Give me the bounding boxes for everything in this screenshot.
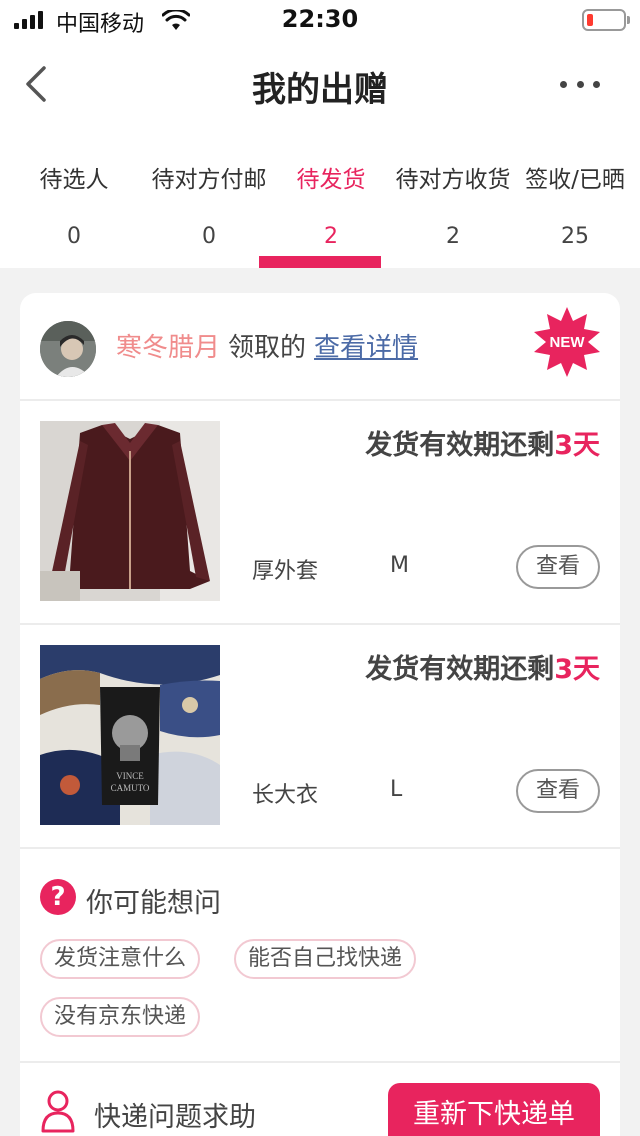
jacket-image xyxy=(40,421,220,601)
tab-count: 2 xyxy=(324,224,338,249)
tab-label: 待选人 xyxy=(39,167,109,193)
avatar-image xyxy=(40,321,96,377)
active-tab-indicator xyxy=(259,256,381,268)
status-time: 22:30 xyxy=(281,5,359,33)
faq-chip[interactable]: 发货注意什么 xyxy=(40,939,201,979)
tab-count: 0 xyxy=(67,224,81,249)
delivery-help-row: 快递问题求助 重新下快递单 xyxy=(20,1063,620,1136)
tab-label: 待对方付邮 xyxy=(151,167,267,193)
shipping-deadline: 发货有效期还剩3天 xyxy=(365,647,600,686)
more-horizontal-icon[interactable] xyxy=(560,70,600,98)
delivery-help-title: 快递问题求助 xyxy=(94,1102,256,1133)
tab-label: 待对方收货 xyxy=(395,167,511,193)
svg-text:CAMUTO: CAMUTO xyxy=(111,783,150,793)
deadline-days: 3天 xyxy=(554,430,600,461)
faq-chip[interactable]: 能否自己找快递 xyxy=(234,939,417,979)
tab-count: 0 xyxy=(202,224,216,249)
battery-cap xyxy=(627,16,630,24)
svg-text:VINCE: VINCE xyxy=(116,771,144,781)
chevron-left-icon[interactable] xyxy=(22,64,52,104)
view-details-link[interactable]: 查看详情 xyxy=(314,333,418,363)
page-title: 我的出赠 xyxy=(252,70,388,110)
claim-row: 寒冬腊月 领取的 查看详情 NEW xyxy=(20,293,620,401)
person-icon xyxy=(41,1090,75,1133)
status-tabs: 待选人 0 待对方付邮 0 待发货 2 待对方收货 2 签收/已晒 25 xyxy=(0,128,640,268)
nav-bar: 我的出赠 xyxy=(0,40,640,128)
gift-card: 寒冬腊月 领取的 查看详情 NEW 发货有效期还剩3天 厚外套 M 查看 VIN… xyxy=(20,293,620,1136)
tab-label: 待发货 xyxy=(296,167,366,193)
claimer-name[interactable]: 寒冬腊月 xyxy=(116,333,220,363)
item-size: L xyxy=(390,777,403,802)
question-icon: ? xyxy=(40,879,76,915)
item-photo[interactable]: VINCE CAMUTO xyxy=(40,645,220,825)
view-button[interactable]: 查看 xyxy=(516,769,600,813)
battery-icon xyxy=(582,9,626,31)
status-bar: 中国移动 22:30 xyxy=(0,0,640,40)
tab-count: 25 xyxy=(561,224,589,249)
list-item: VINCE CAMUTO 发货有效期还剩3天 长大衣 L 查看 xyxy=(20,625,620,849)
reorder-shipping-button[interactable]: 重新下快递单 xyxy=(388,1083,600,1136)
tab-received[interactable]: 签收/已晒 25 xyxy=(514,128,636,268)
avatar[interactable] xyxy=(40,321,96,377)
faq-chip[interactable]: 没有京东快递 xyxy=(40,997,201,1037)
item-photo[interactable] xyxy=(40,421,220,601)
faq-section: ? 你可能想问 发货注意什么 能否自己找快递 没有京东快递 xyxy=(20,849,620,1063)
coat-image: VINCE CAMUTO xyxy=(40,645,220,825)
tab-pending-postage[interactable]: 待对方付邮 0 xyxy=(148,128,270,268)
tab-pending-receipt[interactable]: 待对方收货 2 xyxy=(392,128,514,268)
deadline-prefix: 发货有效期还剩 xyxy=(365,430,555,461)
tab-pending-shipment[interactable]: 待发货 2 xyxy=(270,128,392,268)
item-size: M xyxy=(390,553,409,578)
claim-verb: 领取的 xyxy=(228,333,307,363)
item-name: 长大衣 xyxy=(252,783,319,808)
new-badge-label: NEW xyxy=(550,334,586,351)
tab-label: 签收/已晒 xyxy=(525,167,625,193)
new-badge: NEW xyxy=(534,307,600,377)
tab-count: 2 xyxy=(446,224,460,249)
shipping-deadline: 发货有效期还剩3天 xyxy=(365,423,600,462)
claim-text: 寒冬腊月 领取的 查看详情 xyxy=(116,327,418,364)
faq-title: 你可能想问 xyxy=(86,888,221,919)
view-button[interactable]: 查看 xyxy=(516,545,600,589)
list-item: 发货有效期还剩3天 厚外套 M 查看 xyxy=(20,401,620,625)
tab-pending-selection[interactable]: 待选人 0 xyxy=(0,128,148,268)
deadline-days: 3天 xyxy=(554,654,600,685)
deadline-prefix: 发货有效期还剩 xyxy=(365,654,555,685)
item-name: 厚外套 xyxy=(252,559,319,584)
